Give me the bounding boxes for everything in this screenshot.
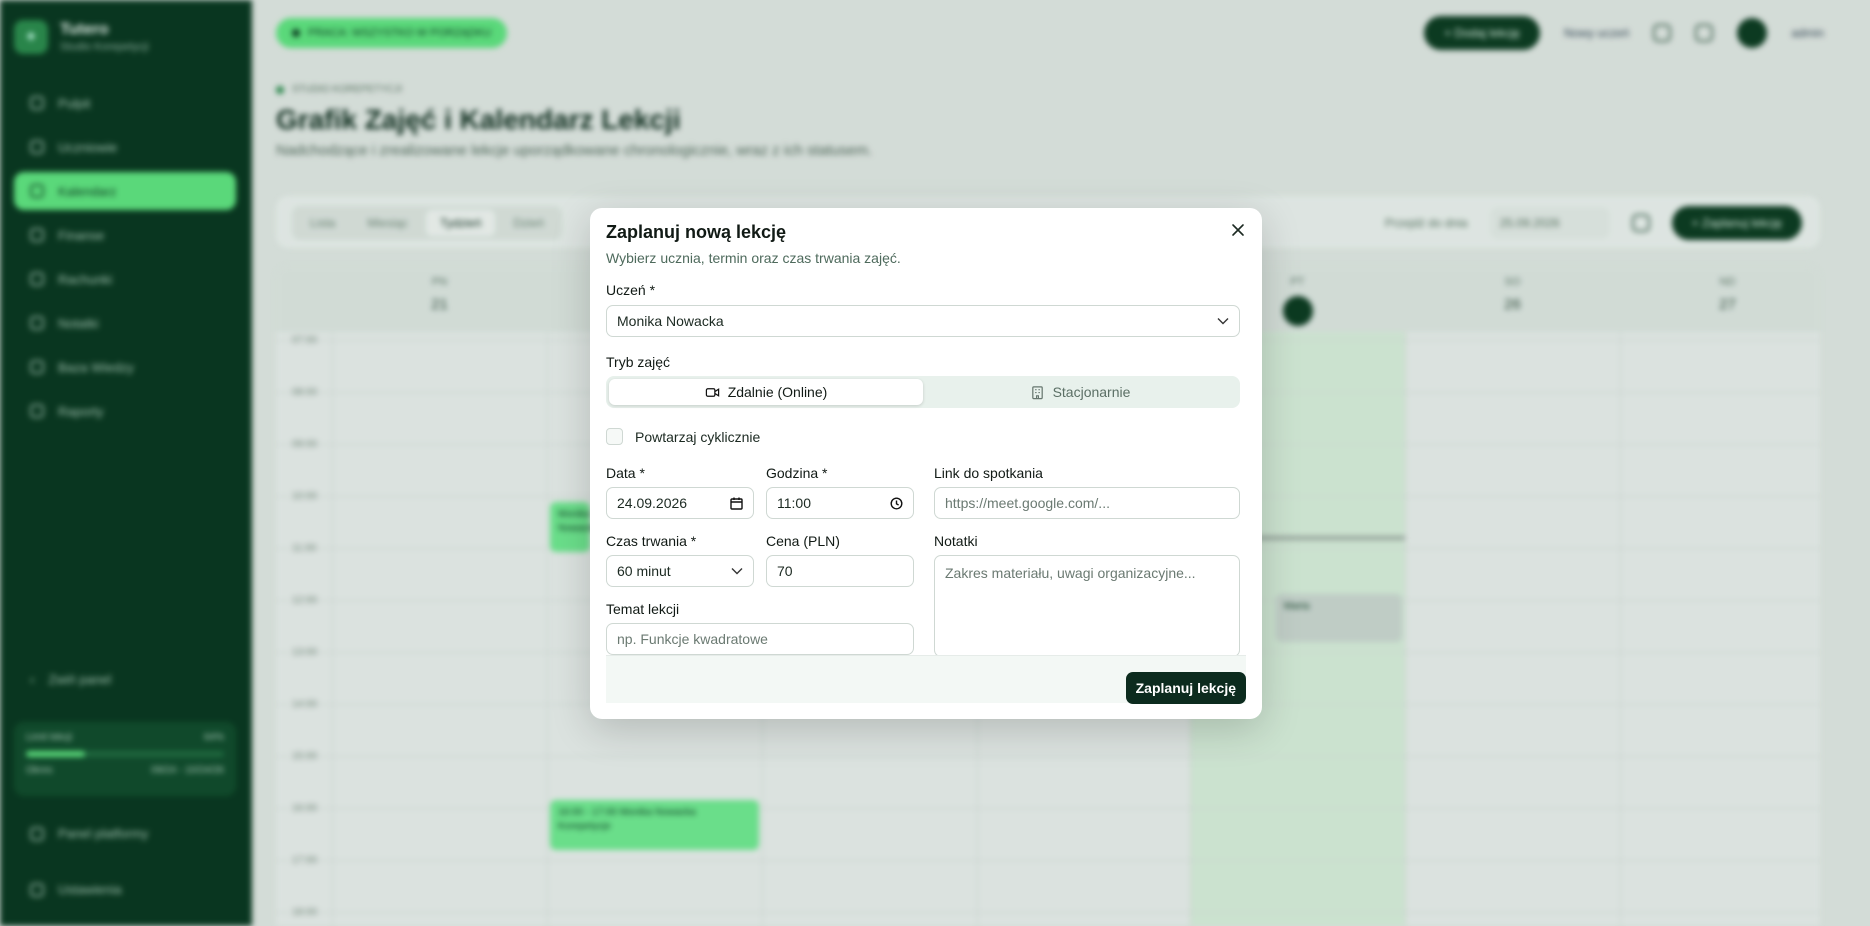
recurring-row: Powtarzaj cyklicznie: [606, 428, 760, 445]
meeting-link-input[interactable]: https://meet.google.com/...: [934, 487, 1240, 519]
mode-label: Tryb zajęć: [606, 354, 671, 370]
recurring-label: Powtarzaj cyklicznie: [635, 428, 761, 445]
date-value: 24.09.2026: [617, 495, 688, 511]
chevron-down-icon: [1217, 318, 1229, 325]
price-label: Cena (PLN): [766, 533, 840, 549]
mode-toggle: Zdalnie (Online) Stacjonarnie: [606, 376, 1240, 408]
topic-label: Temat lekcji: [606, 601, 680, 617]
mode-onsite-option[interactable]: Stacjonarnie: [923, 379, 1237, 405]
calendar-icon[interactable]: [730, 497, 743, 510]
schedule-lesson-modal: Zaplanuj nową lekcję Wybierz ucznia, ter…: [590, 208, 1262, 719]
time-input[interactable]: 11:00: [766, 487, 914, 519]
notes-label: Notatki: [934, 533, 978, 549]
modal-subtitle: Wybierz ucznia, termin oraz czas trwania…: [606, 250, 901, 266]
clock-icon[interactable]: [890, 496, 903, 510]
price-input[interactable]: 70: [766, 555, 914, 587]
video-icon: [705, 387, 719, 397]
duration-label: Czas trwania *: [606, 533, 697, 549]
date-input[interactable]: 24.09.2026: [606, 487, 754, 519]
close-button[interactable]: [1226, 218, 1250, 242]
notes-textarea[interactable]: Zakres materiału, uwagi organizacyjne...: [934, 555, 1240, 657]
modal-title: Zaplanuj nową lekcję: [606, 222, 787, 242]
duration-value: 60 minut: [617, 563, 671, 579]
chevron-down-icon: [731, 568, 743, 575]
topic-input[interactable]: np. Funkcje kwadratowe: [606, 623, 914, 655]
meeting-link-label: Link do spotkania: [934, 465, 1043, 481]
duration-select[interactable]: 60 minut: [606, 555, 754, 587]
student-select[interactable]: Monika Nowacka: [606, 305, 1240, 337]
recurring-checkbox[interactable]: [606, 428, 623, 445]
time-label: Godzina *: [766, 465, 828, 481]
building-icon: [1031, 385, 1043, 399]
close-icon: [1232, 224, 1244, 236]
date-label: Data *: [606, 465, 645, 481]
student-value: Monika Nowacka: [617, 313, 724, 329]
submit-lesson-button[interactable]: Zaplanuj lekcję: [1125, 672, 1246, 704]
student-label: Uczeń *: [606, 282, 656, 298]
time-value: 11:00: [777, 495, 811, 511]
mode-online-option[interactable]: Zdalnie (Online): [609, 379, 923, 405]
modal-footer: Zaplanuj lekcję: [606, 655, 1246, 704]
